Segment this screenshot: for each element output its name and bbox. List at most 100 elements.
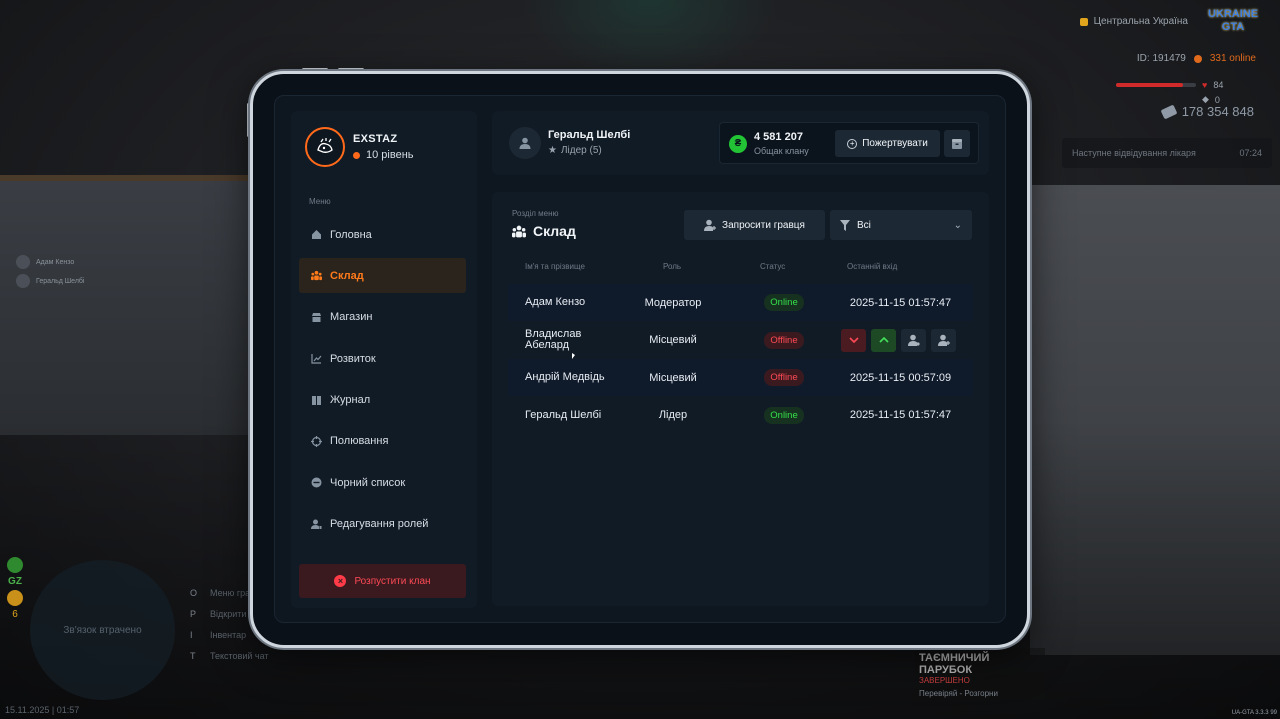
demote-button[interactable] (841, 328, 866, 352)
nearby-player: Геральд Шелбі (16, 274, 85, 288)
player-avatar-icon (16, 255, 30, 269)
clan-bank: ₴ 4 581 207 Общак клану + Пожертвувати (719, 122, 979, 164)
members-icon (311, 270, 322, 281)
user-settings-button[interactable] (901, 328, 926, 352)
chevron-down-icon: ⌄ (953, 219, 962, 231)
block-icon (311, 477, 322, 488)
bank-label: Общак клану (754, 146, 809, 156)
gz-label: GZ (8, 576, 22, 587)
chevron-up-icon (878, 337, 889, 343)
sidebar-item-journal[interactable]: Журнал (299, 383, 466, 418)
status-badge: Online (764, 406, 804, 424)
sidebar-item-home[interactable]: Головна (299, 217, 466, 252)
hud-left-icons: GZ 6 (7, 557, 23, 620)
notice-time: 07:24 (1239, 148, 1262, 158)
book-icon (311, 395, 322, 406)
filter-select[interactable]: Всі ⌄ (830, 210, 972, 240)
table-row[interactable]: Андрій Медвідь Місцевий Offline 2025-11-… (508, 359, 973, 396)
hud-money: 178 354 848 (1160, 104, 1254, 119)
sidebar-item-label: Склад (330, 269, 364, 282)
background-wall-left (0, 175, 260, 435)
player-avatar-icon (16, 274, 30, 288)
sidebar-item-hunting[interactable]: Полювання (299, 424, 466, 459)
notice-text: Наступне відвідування лікаря (1072, 148, 1196, 158)
avatar (509, 127, 541, 159)
clan-header: EXSTAZ 10 рівень (305, 127, 414, 167)
event-widget: ТАЄМНИЧИЙ ПАРУБОК ЗАВЕРШЕНО Перевіряй - … (915, 648, 1045, 700)
sidebar-item-label: Редагування ролей (330, 518, 429, 531)
clan-logo-icon (305, 127, 345, 167)
status-badge: Offline (764, 369, 804, 386)
crosshair-icon (311, 435, 322, 447)
sidebar-item-blacklist[interactable]: Чорний список (299, 465, 466, 500)
user-plus-icon (937, 334, 950, 346)
server-logo: UKRAINE GTA (1207, 8, 1259, 33)
heart-icon: ♥ (1202, 80, 1208, 90)
filter-icon (840, 219, 850, 231)
user-gear-icon (907, 334, 920, 346)
row-actions (841, 328, 956, 352)
member-role: Місцевий (649, 334, 697, 346)
armor-value: 0 (1214, 94, 1220, 105)
sidebar-item-label: Розвиток (330, 352, 376, 365)
filter-value: Всі (857, 219, 871, 231)
hud-id-row: ID: 191479 331 online (1137, 53, 1256, 64)
shop-icon (311, 312, 322, 323)
online-count: 331 online (1209, 53, 1256, 64)
money-value: 178 354 848 (1181, 104, 1254, 119)
level-dot-icon (353, 151, 360, 159)
sidebar-item-label: Полювання (330, 435, 389, 448)
status-badge: Offline (764, 331, 804, 349)
online-icon (1193, 54, 1202, 63)
nearby-players: Адам Кензо Геральд Шелбі (16, 255, 85, 293)
table-row[interactable]: Владислав Абелард Місцевий Offline (508, 322, 973, 359)
player-id: ID: 191479 (1136, 53, 1186, 64)
health-bar (1116, 83, 1196, 87)
hud-region-label: Центральна Україна (1093, 16, 1188, 27)
members-icon (512, 225, 526, 237)
sidebar-item-role-editing[interactable]: Редагування ролей (299, 507, 466, 542)
promote-button[interactable] (871, 328, 896, 352)
sidebar-item-label: Головна (330, 228, 372, 241)
user-add-button[interactable] (931, 328, 956, 352)
bank-amount: 4 581 207 (754, 131, 803, 143)
sidebar-item-development[interactable]: Розвиток (299, 341, 466, 376)
region-icon (1079, 17, 1088, 26)
wanted-icon (7, 590, 23, 606)
donate-button[interactable]: + Пожертвувати (835, 130, 940, 157)
member-name: Геральд Шелбі (525, 408, 602, 421)
cash-icon (1160, 104, 1178, 119)
key-hint: T Текстовий чат (190, 651, 269, 661)
hud-notice: Наступне відвідування лікаря 07:24 (1062, 138, 1272, 168)
clan-level: 10 рівень (353, 149, 414, 161)
chart-icon (311, 353, 322, 364)
home-icon (311, 229, 322, 240)
sidebar-item-shop[interactable]: Магазин (299, 300, 466, 335)
table-row[interactable]: Адам Кензо Модератор Online 2025-11-15 0… (508, 284, 973, 321)
storage-box-button[interactable] (944, 130, 970, 157)
members-table: Адам Кензо Модератор Online 2025-11-15 0… (508, 284, 973, 434)
sidebar-item-label: Чорний список (330, 476, 406, 489)
minimap-text: Зв'язок втрачено (63, 624, 142, 636)
user-edit-icon (311, 519, 322, 530)
money-coin-icon: ₴ (729, 135, 747, 153)
minimap: Зв'язок втрачено (30, 560, 175, 700)
column-header-role: Роль (663, 262, 682, 271)
sidebar: EXSTAZ 10 рівень Меню Головна Склад Мага… (291, 111, 477, 608)
content-panel: Розділ меню Склад Запросити гравця Всі ⌄… (492, 192, 989, 606)
hud-date: 15.11.2025 | 01:57 (5, 705, 80, 715)
disband-clan-button[interactable]: × Розпустити клан (299, 564, 466, 598)
sidebar-item-members[interactable]: Склад (299, 258, 466, 294)
table-row[interactable]: Геральд Шелбі Лідер Online 2025-11-15 01… (508, 397, 973, 434)
menu-label: Меню (309, 197, 331, 206)
sidebar-item-label: Магазин (330, 311, 373, 324)
member-role: Місцевий (649, 371, 697, 384)
hud-region: Центральна Україна (1079, 16, 1188, 27)
column-header-last-login: Останній вхід (847, 262, 898, 271)
add-user-icon (704, 219, 717, 231)
sidebar-item-label: Журнал (330, 394, 371, 407)
page-title: Склад (512, 223, 576, 239)
background-glow (520, 0, 780, 80)
invite-player-button[interactable]: Запросити гравця (684, 210, 825, 240)
member-name: Адам Кензо (525, 296, 586, 308)
